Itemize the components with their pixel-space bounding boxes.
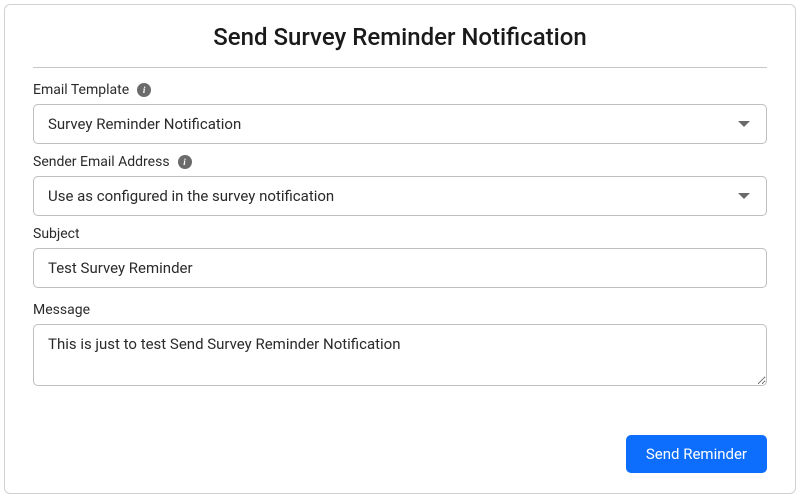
field-subject: Subject (33, 226, 767, 288)
chevron-down-icon (738, 121, 750, 127)
label-row: Subject (33, 226, 767, 242)
message-label: Message (33, 302, 90, 318)
email-template-select[interactable]: Survey Reminder Notification (33, 104, 767, 144)
info-icon[interactable]: i (178, 155, 192, 169)
label-row: Message (33, 302, 767, 318)
sender-email-value: Use as configured in the survey notifica… (48, 187, 738, 205)
field-message: Message (33, 302, 767, 390)
subject-input[interactable] (33, 248, 767, 288)
sender-email-select[interactable]: Use as configured in the survey notifica… (33, 176, 767, 216)
email-template-value: Survey Reminder Notification (48, 115, 738, 133)
message-textarea[interactable] (33, 324, 767, 386)
label-row: Email Template i (33, 82, 767, 98)
subject-label: Subject (33, 226, 80, 242)
dialog-title: Send Survey Reminder Notification (33, 23, 767, 51)
divider (33, 67, 767, 68)
email-template-label: Email Template (33, 82, 129, 98)
info-icon[interactable]: i (137, 83, 151, 97)
field-sender-email: Sender Email Address i Use as configured… (33, 154, 767, 216)
send-reminder-dialog: Send Survey Reminder Notification Email … (4, 4, 796, 494)
chevron-down-icon (738, 193, 750, 199)
label-row: Sender Email Address i (33, 154, 767, 170)
field-email-template: Email Template i Survey Reminder Notific… (33, 82, 767, 144)
send-reminder-button[interactable]: Send Reminder (626, 435, 767, 473)
button-row: Send Reminder (626, 435, 767, 473)
sender-email-label: Sender Email Address (33, 154, 170, 170)
